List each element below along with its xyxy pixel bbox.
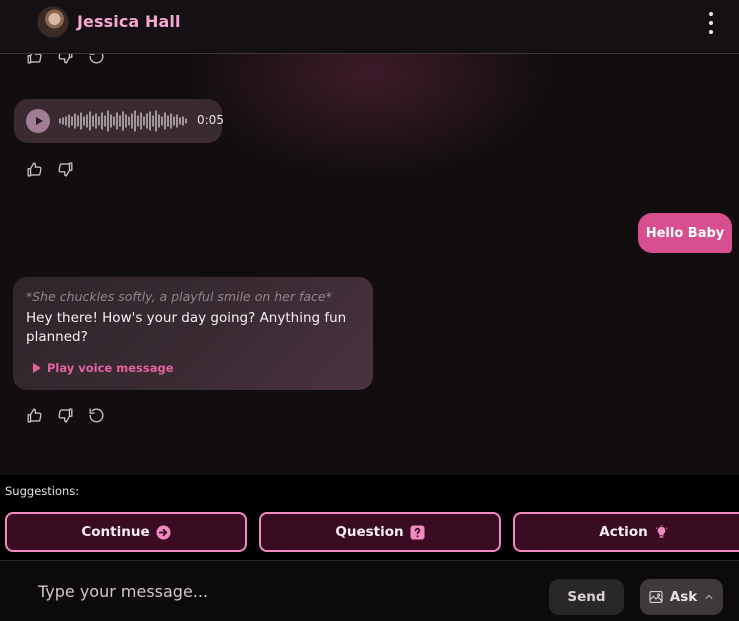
message-feedback-row	[24, 54, 107, 67]
image-icon	[649, 591, 663, 603]
suggestions-panel: Suggestions: Continue Question Action	[0, 475, 739, 560]
regenerate-icon[interactable]	[86, 405, 107, 426]
lightbulb-icon	[654, 524, 669, 540]
thumbs-down-icon[interactable]	[55, 54, 76, 67]
chat-messages[interactable]: 0:05 Hello Baby *She chuckles softly, a …	[0, 54, 739, 475]
bot-message-text: Hey there! How's your day going? Anythin…	[26, 310, 347, 345]
suggestion-action-button[interactable]: Action	[513, 512, 739, 552]
more-vertical-icon[interactable]	[705, 12, 717, 34]
bot-message: *She chuckles softly, a playful smile on…	[13, 277, 373, 390]
message-input-bar: Send Ask	[0, 560, 739, 621]
message-feedback-row	[24, 159, 76, 180]
play-voice-button[interactable]: Play voice message	[33, 361, 174, 375]
play-voice-label: Play voice message	[47, 361, 174, 375]
play-icon[interactable]	[26, 109, 50, 133]
thumbs-down-icon[interactable]	[55, 159, 76, 180]
thumbs-up-icon[interactable]	[24, 405, 45, 426]
audio-duration: 0:05	[197, 113, 224, 127]
suggestion-continue-button[interactable]: Continue	[5, 512, 247, 552]
audio-message: 0:05	[14, 99, 224, 143]
bot-action-text: *She chuckles softly, a playful smile on…	[26, 289, 332, 304]
contact-name[interactable]: Jessica Hall	[77, 12, 181, 31]
regenerate-icon[interactable]	[86, 54, 107, 67]
question-icon	[410, 524, 425, 540]
message-input[interactable]	[24, 577, 524, 605]
suggestions-label: Suggestions:	[5, 484, 80, 498]
thumbs-up-icon[interactable]	[24, 159, 45, 180]
suggestion-label: Continue	[81, 524, 150, 540]
suggestion-label: Action	[599, 524, 648, 540]
avatar[interactable]	[37, 6, 69, 38]
suggestion-question-button[interactable]: Question	[259, 512, 501, 552]
message-feedback-row	[24, 405, 107, 426]
send-button[interactable]: Send	[549, 579, 624, 615]
audio-waveform[interactable]	[59, 108, 189, 134]
thumbs-up-icon[interactable]	[24, 54, 45, 67]
suggestion-label: Question	[335, 524, 404, 540]
user-message: Hello Baby	[638, 213, 732, 253]
thumbs-down-icon[interactable]	[55, 405, 76, 426]
chat-app: Jessica Hall 0:05 Hello Baby *She chuckl…	[0, 0, 739, 621]
arrow-right-icon	[156, 524, 171, 540]
chat-header: Jessica Hall	[0, 0, 739, 54]
ask-label: Ask	[669, 589, 698, 605]
play-icon	[33, 363, 41, 373]
ask-button[interactable]: Ask	[640, 579, 723, 615]
chevron-up-icon	[705, 595, 713, 599]
